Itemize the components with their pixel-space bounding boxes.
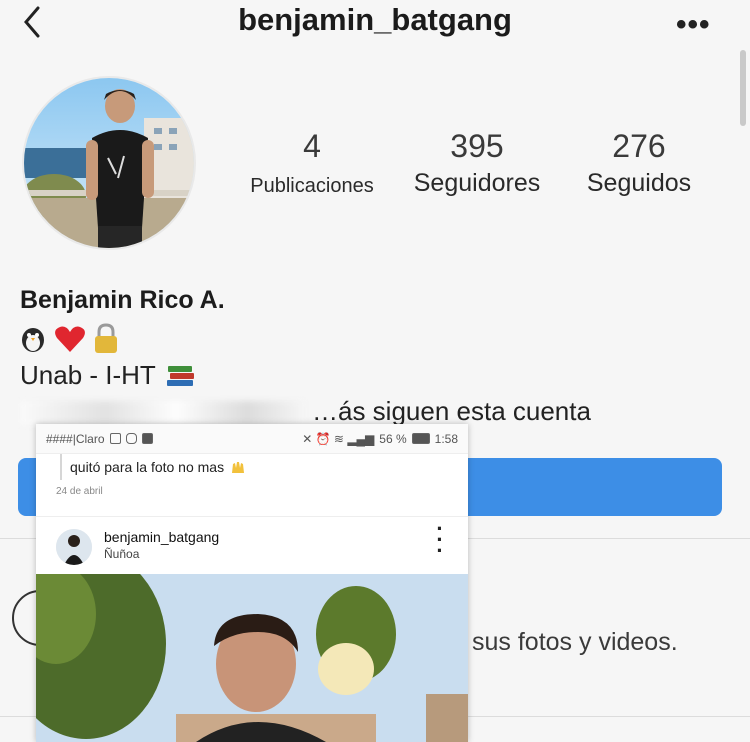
status-icons: ✕ ⏰ ≋ ▂▄▆ xyxy=(302,431,375,446)
penguin-icon xyxy=(22,328,44,352)
notification-icon xyxy=(109,433,121,444)
stat-following[interactable]: 276 Seguidos xyxy=(566,128,712,198)
profile-avatar[interactable] xyxy=(22,76,196,250)
lock-icon xyxy=(95,323,117,353)
overlay-avatar xyxy=(56,529,92,565)
instagram-icon xyxy=(125,433,137,444)
overlay-post-header: benjamin_batgang Ñuñoa · · · xyxy=(36,516,468,574)
stat-posts: 4 Publicaciones xyxy=(236,128,388,198)
overlay-date: 24 de abril xyxy=(56,486,103,497)
more-options-icon[interactable]: ••• xyxy=(676,8,711,42)
youtube-icon xyxy=(141,433,153,444)
following-count: 276 xyxy=(612,128,666,164)
overlay-screenshot: ####|Claro ✕ ⏰ ≋ ▂▄▆ 56 % 1:58 quitó par… xyxy=(36,424,468,742)
overlay-status-bar: ####|Claro ✕ ⏰ ≋ ▂▄▆ 56 % 1:58 xyxy=(36,424,468,454)
battery-icon xyxy=(411,433,430,444)
bio-text: Unab - I-HT xyxy=(20,360,196,391)
followers-label: Seguidores xyxy=(413,169,541,197)
blurred-names xyxy=(20,401,304,426)
overlay-more-icon: · · · xyxy=(436,516,444,563)
clock-time: 1:58 xyxy=(434,431,458,446)
bio-emoji-row xyxy=(18,322,120,356)
bio-line: Unab - I-HT xyxy=(20,360,156,390)
followers-count: 395 xyxy=(450,128,504,164)
profile-username-title: benjamin_batgang xyxy=(238,2,512,37)
profile-full-name: Benjamin Rico A. xyxy=(20,286,225,314)
carrier-text: ####|Claro xyxy=(46,431,105,446)
heart-icon xyxy=(55,326,85,352)
posts-label: Publicaciones xyxy=(250,175,374,197)
stat-followers[interactable]: 395 Seguidores xyxy=(402,128,552,198)
followed-by-label: …ás siguen esta cuenta xyxy=(312,396,591,426)
overlay-caption: quitó para la foto no mas xyxy=(60,454,246,480)
overlay-photo xyxy=(36,574,468,742)
scrollbar[interactable] xyxy=(740,50,746,126)
following-label: Seguidos xyxy=(586,169,692,197)
raised-hands-icon xyxy=(232,462,245,473)
overlay-location: Ñuñoa xyxy=(104,547,140,561)
caption-text: quitó para la foto no mas xyxy=(70,459,225,475)
followed-by-text[interactable]: …ás siguen esta cuenta xyxy=(20,396,591,427)
battery-percent: 56 % xyxy=(379,431,407,446)
posts-count: 4 xyxy=(303,128,321,164)
private-account-text: sus fotos y videos. xyxy=(472,628,678,656)
books-icon xyxy=(166,365,194,386)
overlay-username: benjamin_batgang xyxy=(104,529,220,545)
